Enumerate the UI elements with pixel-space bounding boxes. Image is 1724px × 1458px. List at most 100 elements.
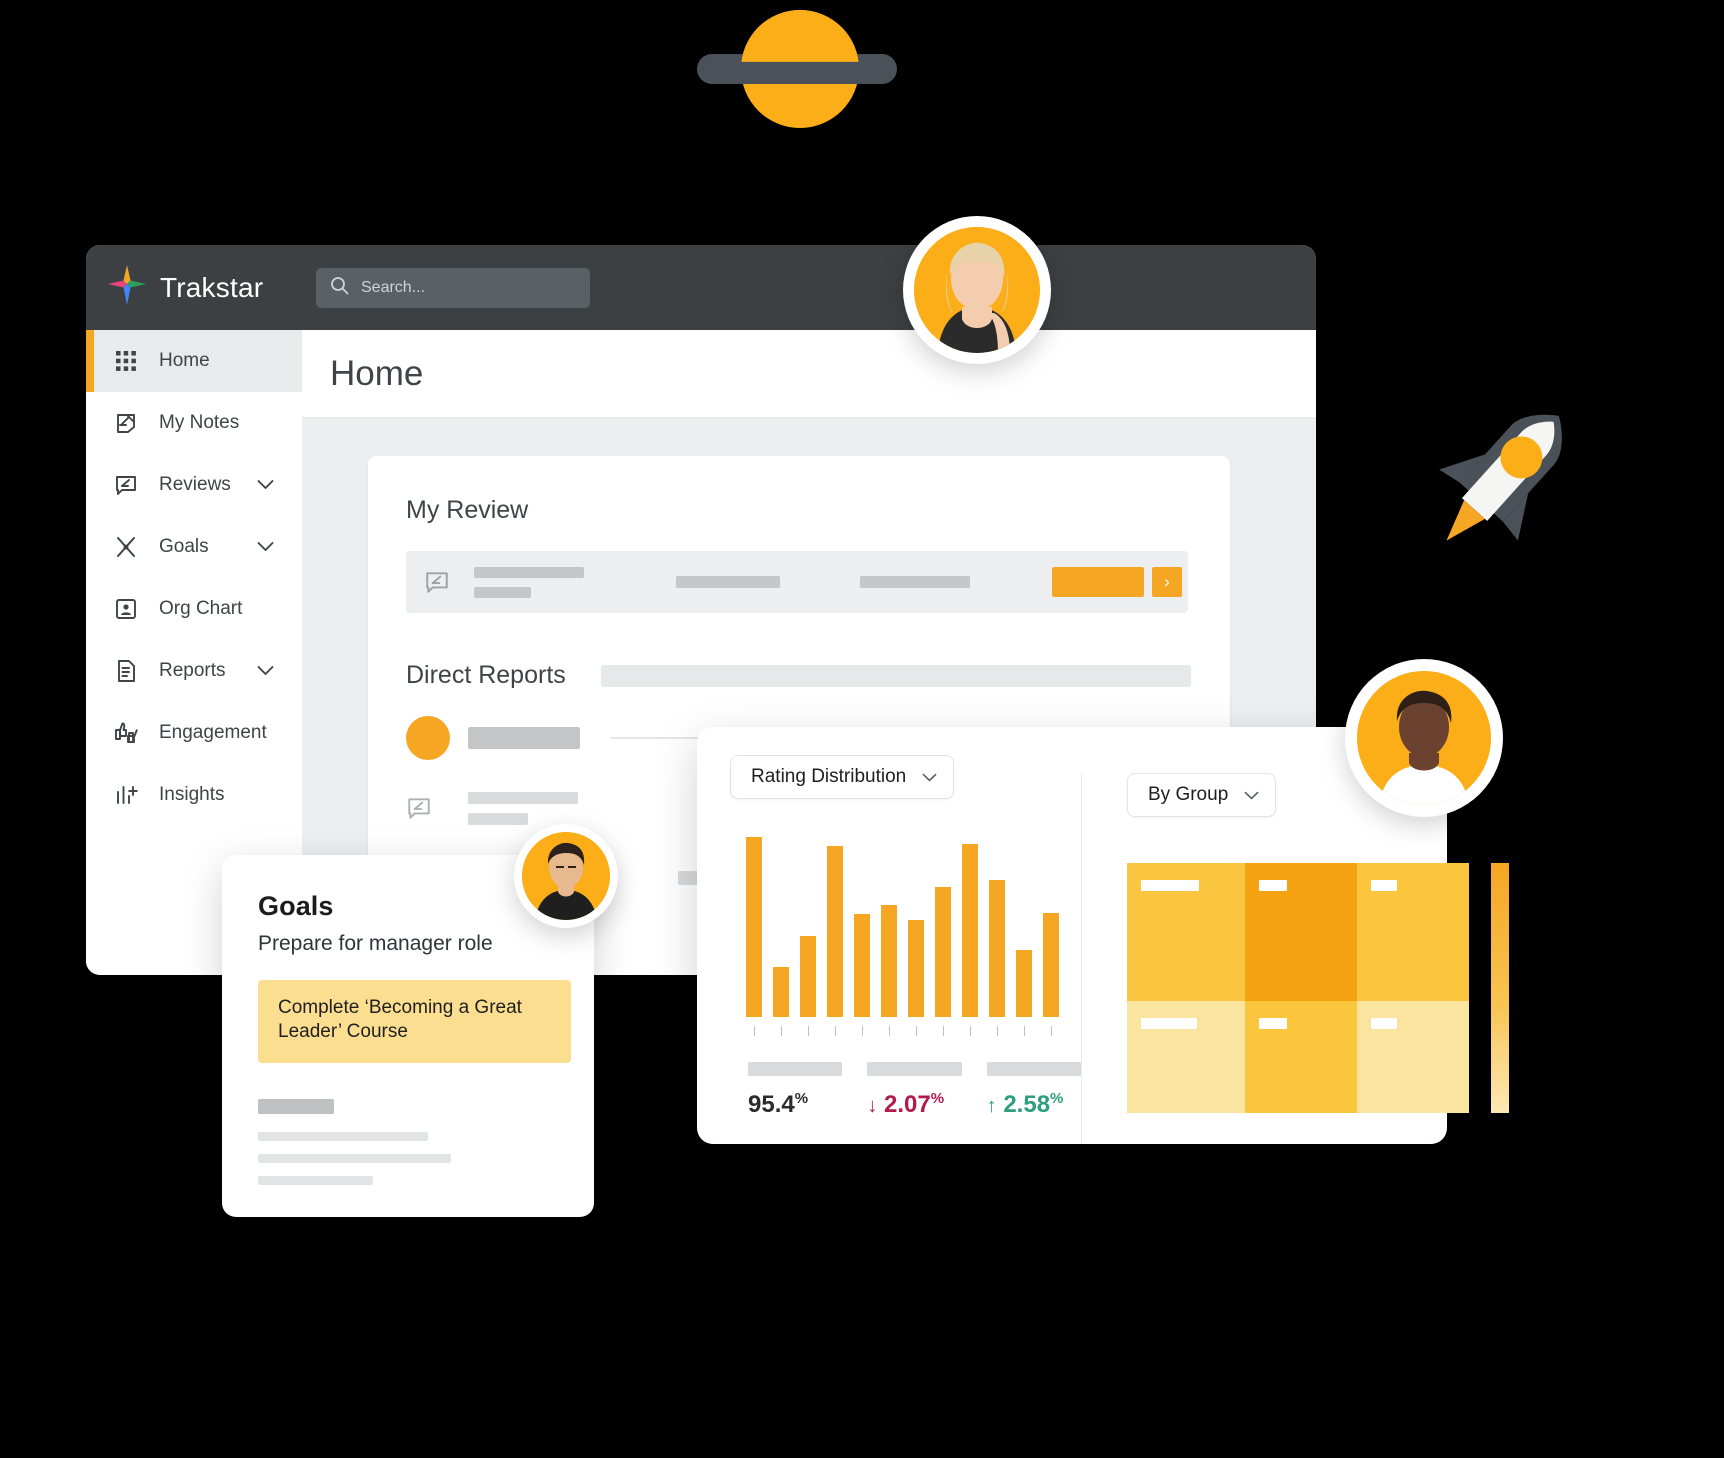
stat-value: 95.4% — [748, 1090, 842, 1119]
review-chat-icon — [113, 472, 139, 498]
direct-reports-placeholder-bar — [600, 664, 1191, 687]
axis-tick — [773, 1026, 789, 1036]
avatar-person-1[interactable] — [903, 216, 1051, 364]
axis-tick — [746, 1026, 762, 1036]
bar — [827, 846, 843, 1017]
bar — [881, 905, 897, 1017]
heatmap-cell[interactable] — [1245, 863, 1357, 1001]
by-group-select[interactable]: By Group — [1127, 773, 1277, 817]
search-icon — [330, 276, 349, 300]
sidebar-item-label: Home — [159, 350, 210, 371]
axis-tick — [800, 1026, 816, 1036]
stat-unit: % — [1050, 1090, 1064, 1107]
sidebar-item-insights[interactable]: Insights — [86, 764, 302, 826]
document-icon — [113, 658, 139, 684]
stat-item: ↓ 2.07% — [867, 1062, 962, 1119]
chevron-down-icon[interactable] — [257, 536, 274, 558]
stat-item: 95.4% — [748, 1062, 843, 1119]
stat-placeholder-label — [867, 1062, 962, 1076]
stat-unit: % — [930, 1090, 945, 1107]
grid-icon — [113, 348, 139, 374]
axis-tick — [1043, 1026, 1059, 1036]
stat-value: ↓ 2.07% — [867, 1090, 961, 1119]
chevron-down-icon — [922, 766, 937, 788]
stat-placeholder-label — [748, 1062, 843, 1076]
stat-item: ↑ 2.58% — [986, 1062, 1081, 1119]
review-action-button[interactable] — [1052, 567, 1144, 597]
goal-placeholder-line — [258, 1175, 373, 1185]
stat-number: 2.07 — [884, 1091, 931, 1118]
app-topbar: Trakstar Search... — [86, 245, 1316, 330]
by-group-heatmap — [1127, 863, 1509, 1113]
goal-placeholder-line — [258, 1131, 428, 1141]
sidebar-item-label: My Notes — [159, 412, 240, 433]
trend-down-icon: ↓ — [867, 1095, 878, 1117]
stat-number: 95.4 — [748, 1091, 795, 1118]
heatmap-cell[interactable] — [1357, 1001, 1469, 1113]
sidebar-item-home[interactable]: Home — [86, 330, 302, 392]
avatar-image — [522, 832, 610, 920]
sidebar-item-reports[interactable]: Reports — [86, 640, 302, 702]
bar — [908, 919, 924, 1017]
screenshot-root: Trakstar Search... Home My Notes Reviews… — [0, 0, 1724, 1458]
by-group-select-label: By Group — [1148, 784, 1229, 805]
thumbs-icon — [113, 720, 139, 746]
sidebar-item-engagement[interactable]: Engagement — [86, 702, 302, 764]
chevron-down-icon[interactable] — [257, 474, 274, 496]
bar — [1016, 950, 1032, 1017]
my-review-row[interactable]: › — [406, 551, 1188, 613]
chevron-down-icon[interactable] — [257, 660, 274, 682]
stat-placeholder-label — [986, 1062, 1081, 1076]
page-title: Home — [330, 353, 424, 393]
rating-distribution-select-label: Rating Distribution — [751, 766, 907, 787]
heatmap-cell[interactable] — [1127, 863, 1245, 1001]
review-chat-icon — [406, 786, 450, 830]
direct-reports-header: Direct Reports — [406, 661, 1230, 690]
sidebar-item-org-chart[interactable]: Org Chart — [86, 578, 302, 640]
goal-item-highlighted[interactable]: Complete ‘Becoming a Great Leader’ Cours… — [258, 980, 571, 1063]
analytics-card: Rating Distribution 95.4% ↓ 2.07% ↑ 2.58… — [697, 727, 1509, 1144]
axis-tick — [962, 1026, 978, 1036]
stat-number: 2.58 — [1003, 1091, 1051, 1118]
avatar-image — [914, 227, 1040, 353]
search-placeholder: Search... — [361, 278, 426, 296]
sidebar-item-reviews[interactable]: Reviews — [86, 454, 302, 516]
sidebar-item-label: Engagement — [159, 722, 267, 743]
axis-tick — [908, 1026, 924, 1036]
review-action-chevron-button[interactable]: › — [1152, 567, 1182, 597]
rating-distribution-select[interactable]: Rating Distribution — [730, 755, 955, 799]
heatmap-cell[interactable] — [1357, 863, 1469, 1001]
bar — [800, 936, 816, 1017]
sidebar-item-goals[interactable]: Goals — [86, 516, 302, 578]
avatar-person-2[interactable] — [1345, 659, 1503, 817]
search-input[interactable]: Search... — [316, 267, 590, 308]
trend-up-icon: ↑ — [986, 1095, 997, 1117]
avatar-image — [1357, 671, 1491, 805]
axis-tick — [854, 1026, 870, 1036]
heatmap-cell[interactable] — [1127, 1001, 1245, 1113]
direct-reports-title: Direct Reports — [406, 661, 566, 689]
heatmap-colorbar — [1491, 863, 1509, 1113]
chevron-down-icon — [1244, 784, 1259, 806]
org-person-icon — [113, 596, 139, 622]
axis-tick — [881, 1026, 897, 1036]
avatar-person-3[interactable] — [514, 824, 618, 928]
trakstar-star-logo — [108, 265, 146, 310]
sidebar-item-label: Reports — [159, 660, 226, 681]
brand[interactable]: Trakstar — [108, 265, 303, 310]
sidebar-item-my-notes[interactable]: My Notes — [86, 392, 302, 454]
page-header: Home — [302, 330, 1316, 418]
sidebar-item-label: Insights — [159, 784, 225, 805]
note-pen-icon — [113, 410, 139, 436]
bar — [935, 887, 951, 1017]
bar — [773, 966, 789, 1017]
goals-card-subtitle: Prepare for manager role — [258, 932, 493, 955]
heatmap-grid — [1127, 863, 1469, 1113]
heatmap-cell[interactable] — [1245, 1001, 1357, 1113]
rating-distribution-pane: Rating Distribution 95.4% ↓ 2.07% ↑ 2.58… — [697, 755, 1081, 1144]
sidebar-item-label: Goals — [159, 536, 209, 557]
insights-bar-icon — [113, 782, 139, 808]
axis-tick — [1016, 1026, 1032, 1036]
bar — [989, 880, 1005, 1017]
my-review-title: My Review — [406, 496, 529, 524]
